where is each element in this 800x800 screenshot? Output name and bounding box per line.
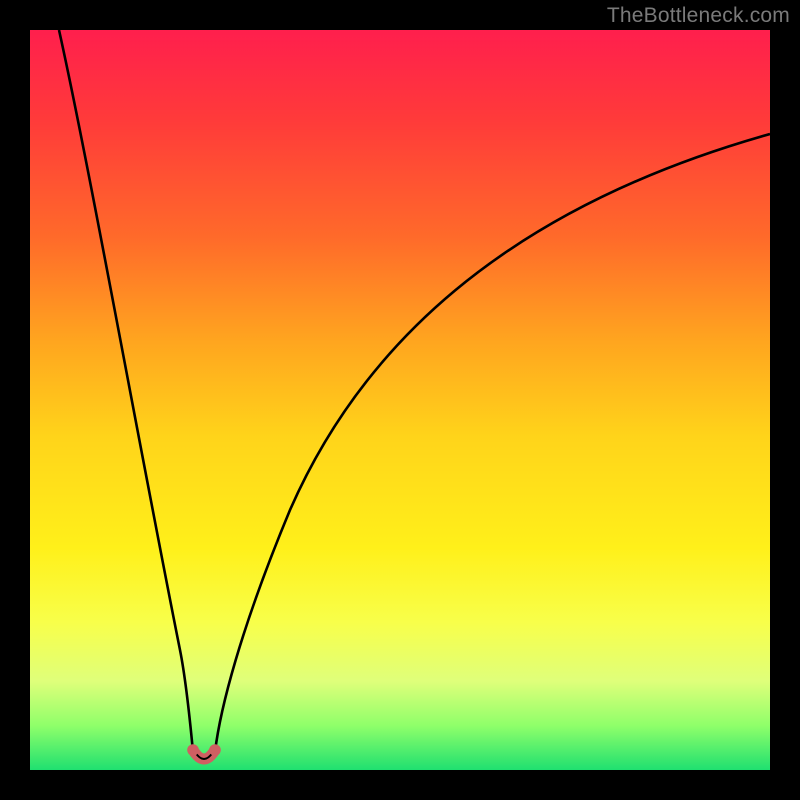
chart-frame: TheBottleneck.com — [0, 0, 800, 800]
plot-area — [30, 30, 770, 770]
curve-left-branch — [59, 30, 193, 752]
bottleneck-curve — [30, 30, 770, 770]
curve-right-branch — [215, 134, 770, 752]
u-end-dot-left — [187, 744, 199, 756]
u-end-dot-right — [209, 744, 221, 756]
watermark-text: TheBottleneck.com — [607, 4, 790, 28]
